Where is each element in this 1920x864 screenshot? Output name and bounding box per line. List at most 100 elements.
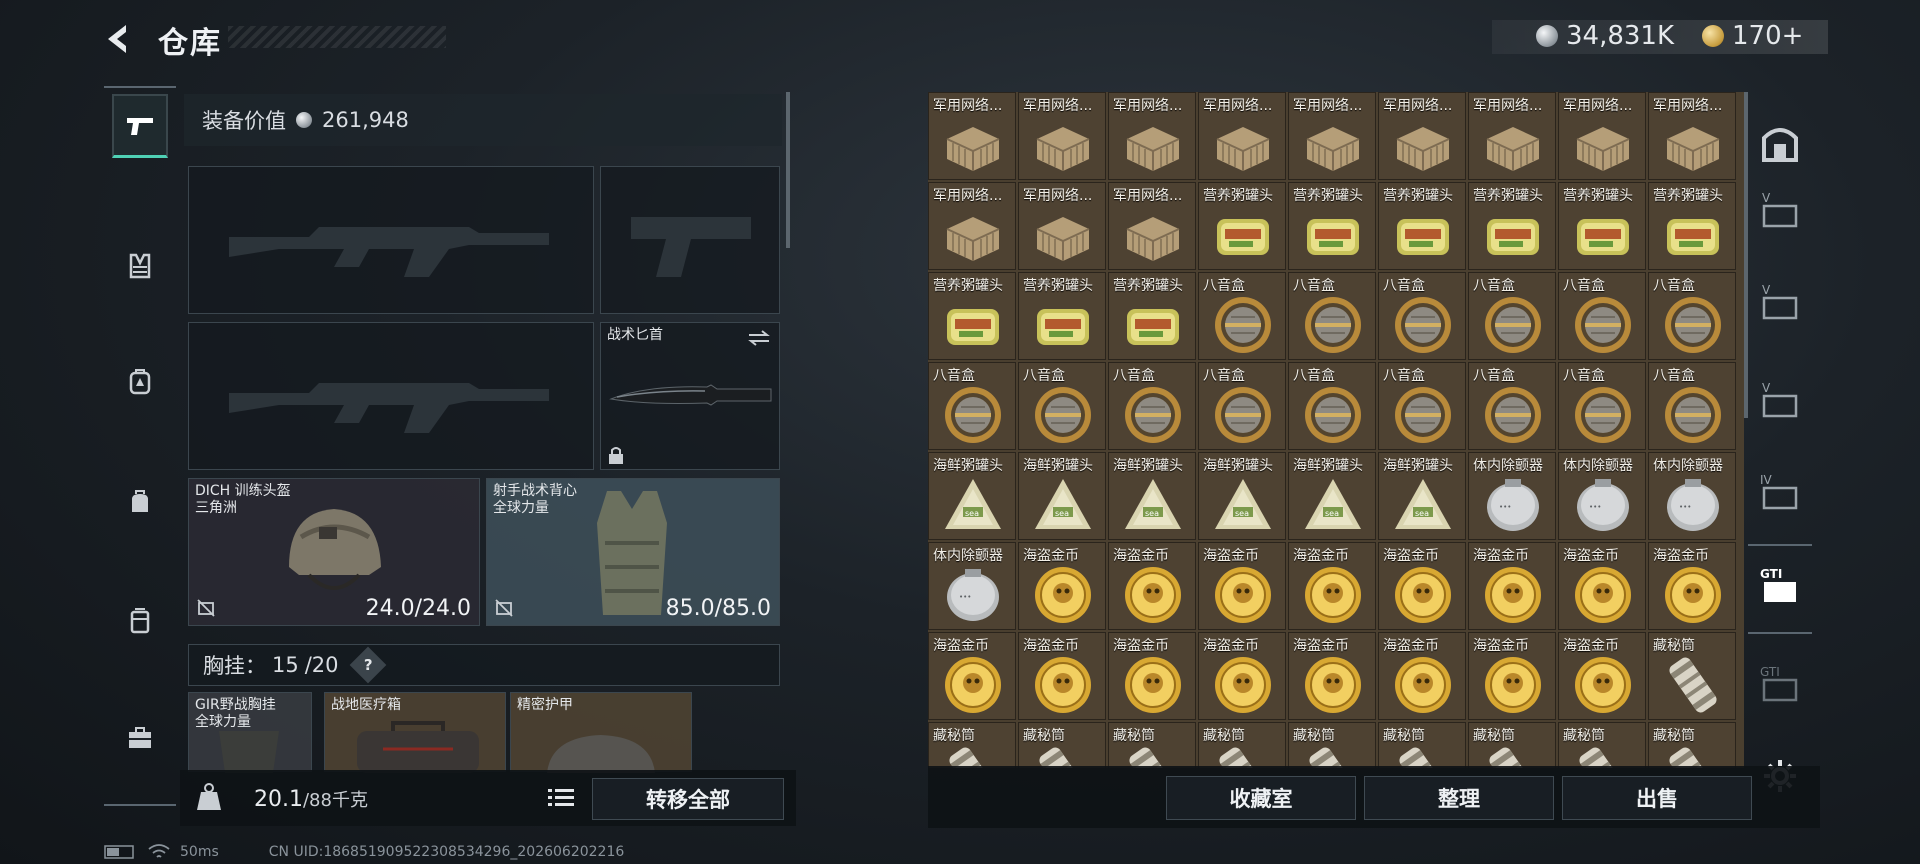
inventory-item[interactable]: 藏秘筒 (1288, 722, 1376, 768)
inventory-item[interactable]: ••• 体内除颤器 (928, 542, 1016, 630)
inventory-item[interactable]: 藏秘筒 (1378, 722, 1466, 768)
transfer-all-button[interactable]: 转移全部 (592, 778, 784, 820)
storage-iv-icon[interactable]: IV (1758, 470, 1802, 514)
storage-v-icon[interactable]: V (1758, 280, 1802, 324)
inventory-item[interactable]: 海盗金币 (1558, 632, 1646, 720)
inventory-item[interactable]: 海盗金币 (1288, 632, 1376, 720)
inventory-item[interactable]: 海盗金币 (1018, 632, 1106, 720)
chest-rig-item[interactable]: GIR野战胸挂 全球力量 (188, 692, 312, 773)
inventory-item[interactable]: 营养粥罐头 (1108, 272, 1196, 360)
inventory-item[interactable]: 八音盒 (1468, 362, 1556, 450)
inventory-item[interactable]: 八音盒 (928, 362, 1016, 450)
inventory-item[interactable]: 营养粥罐头 (1558, 182, 1646, 270)
back-button[interactable] (100, 22, 136, 56)
inventory-item[interactable]: 八音盒 (1378, 362, 1466, 450)
inventory-item[interactable]: 营养粥罐头 (1648, 182, 1736, 270)
tab-case[interactable] (112, 588, 168, 652)
inventory-item[interactable]: 藏秘筒 (1018, 722, 1106, 768)
inventory-item[interactable]: 军用网络... (1378, 92, 1466, 180)
inventory-item[interactable]: 藏秘筒 (1108, 722, 1196, 768)
inventory-item[interactable]: 藏秘筒 (928, 722, 1016, 768)
inventory-item[interactable]: 藏秘筒 (1468, 722, 1556, 768)
inventory-item[interactable]: 八音盒 (1198, 272, 1286, 360)
inventory-item[interactable]: 八音盒 (1378, 272, 1466, 360)
storage-v-icon[interactable]: V (1758, 188, 1802, 232)
inventory-item[interactable]: 八音盒 (1468, 272, 1556, 360)
inventory-item[interactable]: 藏秘筒 (1648, 722, 1736, 768)
inventory-item[interactable]: 海盗金币 (1108, 542, 1196, 630)
inventory-item[interactable]: 八音盒 (1648, 362, 1736, 450)
storage-v-icon[interactable]: V (1758, 378, 1802, 422)
inventory-item[interactable]: 八音盒 (1198, 362, 1286, 450)
help-button[interactable]: ? (349, 646, 386, 684)
inventory-item[interactable]: 军用网络... (1108, 92, 1196, 180)
inventory-item[interactable]: sea 海鲜粥罐头 (928, 452, 1016, 540)
inventory-item[interactable]: 军用网络... (1108, 182, 1196, 270)
inventory-item[interactable]: 军用网络... (1468, 92, 1556, 180)
inventory-item[interactable]: 营养粥罐头 (1198, 182, 1286, 270)
inventory-item[interactable]: 海盗金币 (1198, 632, 1286, 720)
inventory-item[interactable]: 营养粥罐头 (1288, 182, 1376, 270)
gold-currency[interactable]: 170+ (1702, 20, 1803, 52)
inventory-item[interactable]: sea 海鲜粥罐头 (1378, 452, 1466, 540)
inventory-item[interactable]: 军用网络... (1018, 92, 1106, 180)
medkit-item[interactable]: 战地医疗箱 (324, 692, 506, 773)
helmet-slot[interactable]: DICH 训练头盔 三角洲 24.0/24.0 (188, 478, 480, 626)
inventory-item[interactable]: 军用网络... (1198, 92, 1286, 180)
inventory-item[interactable]: 海盗金币 (1018, 542, 1106, 630)
inventory-item[interactable]: 海盗金币 (1558, 542, 1646, 630)
sidearm-slot[interactable] (600, 166, 780, 314)
inventory-item[interactable]: 八音盒 (1288, 362, 1376, 450)
collection-room-button[interactable]: 收藏室 (1166, 776, 1356, 820)
inventory-item[interactable]: 军用网络... (1288, 92, 1376, 180)
tab-medkit[interactable] (112, 706, 168, 770)
inventory-item[interactable]: ••• 体内除颤器 (1558, 452, 1646, 540)
inventory-item[interactable]: 海盗金币 (1468, 632, 1556, 720)
inventory-item[interactable]: 海盗金币 (1288, 542, 1376, 630)
inventory-item[interactable]: 海盗金币 (1198, 542, 1286, 630)
inventory-item[interactable]: 海盗金币 (1378, 542, 1466, 630)
inventory-item[interactable]: 营养粥罐头 (1018, 272, 1106, 360)
secondary-weapon-slot[interactable] (188, 322, 594, 470)
storage-gti-locked-icon[interactable]: GTI (1758, 662, 1802, 706)
inventory-item[interactable]: 藏秘筒 (1648, 632, 1736, 720)
tab-weapons[interactable] (112, 94, 168, 158)
equipment-scrollbar[interactable] (786, 92, 790, 248)
vault-icon[interactable] (1758, 120, 1802, 164)
inventory-item[interactable]: 军用网络... (928, 92, 1016, 180)
inventory-item[interactable]: 海盗金币 (1378, 632, 1466, 720)
organize-button[interactable]: 整理 (1364, 776, 1554, 820)
swap-icon[interactable] (747, 329, 771, 347)
list-view-button[interactable] (544, 782, 578, 814)
inventory-item[interactable]: sea 海鲜粥罐头 (1108, 452, 1196, 540)
primary-weapon-slot[interactable] (188, 166, 594, 314)
armor-slot[interactable]: 射手战术背心 全球力量 85.0/85.0 (486, 478, 780, 626)
inventory-item[interactable]: 海盗金币 (928, 632, 1016, 720)
inventory-item[interactable]: 八音盒 (1288, 272, 1376, 360)
inventory-item[interactable]: 营养粥罐头 (928, 272, 1016, 360)
inventory-item[interactable]: sea 海鲜粥罐头 (1018, 452, 1106, 540)
knife-slot[interactable]: 战术匕首 (600, 322, 780, 470)
inventory-item[interactable]: 军用网络... (1558, 92, 1646, 180)
inventory-item[interactable]: 军用网络... (928, 182, 1016, 270)
inventory-item[interactable]: 八音盒 (1108, 362, 1196, 450)
inventory-item[interactable]: 营养粥罐头 (1378, 182, 1466, 270)
inventory-item[interactable]: 海盗金币 (1108, 632, 1196, 720)
inventory-item[interactable]: ••• 体内除颤器 (1468, 452, 1556, 540)
tab-backpack[interactable] (112, 350, 168, 414)
inventory-item[interactable]: 海盗金币 (1468, 542, 1556, 630)
tab-chest-rig[interactable] (112, 234, 168, 298)
inventory-item[interactable]: sea 海鲜粥罐头 (1288, 452, 1376, 540)
inventory-item[interactable]: 八音盒 (1558, 362, 1646, 450)
inventory-item[interactable]: 藏秘筒 (1198, 722, 1286, 768)
inventory-item[interactable]: 军用网络... (1018, 182, 1106, 270)
silver-currency[interactable]: 34,831K (1536, 20, 1674, 52)
inventory-item[interactable]: 八音盒 (1648, 272, 1736, 360)
tab-pouch[interactable] (112, 470, 168, 534)
inventory-item[interactable]: 军用网络... (1648, 92, 1736, 180)
precision-armor-item[interactable]: 精密护甲 (510, 692, 692, 773)
inventory-item[interactable]: 营养粥罐头 (1468, 182, 1556, 270)
storage-gti-icon[interactable]: GTI (1758, 564, 1802, 608)
inventory-item[interactable]: sea 海鲜粥罐头 (1198, 452, 1286, 540)
inventory-item[interactable]: 八音盒 (1018, 362, 1106, 450)
